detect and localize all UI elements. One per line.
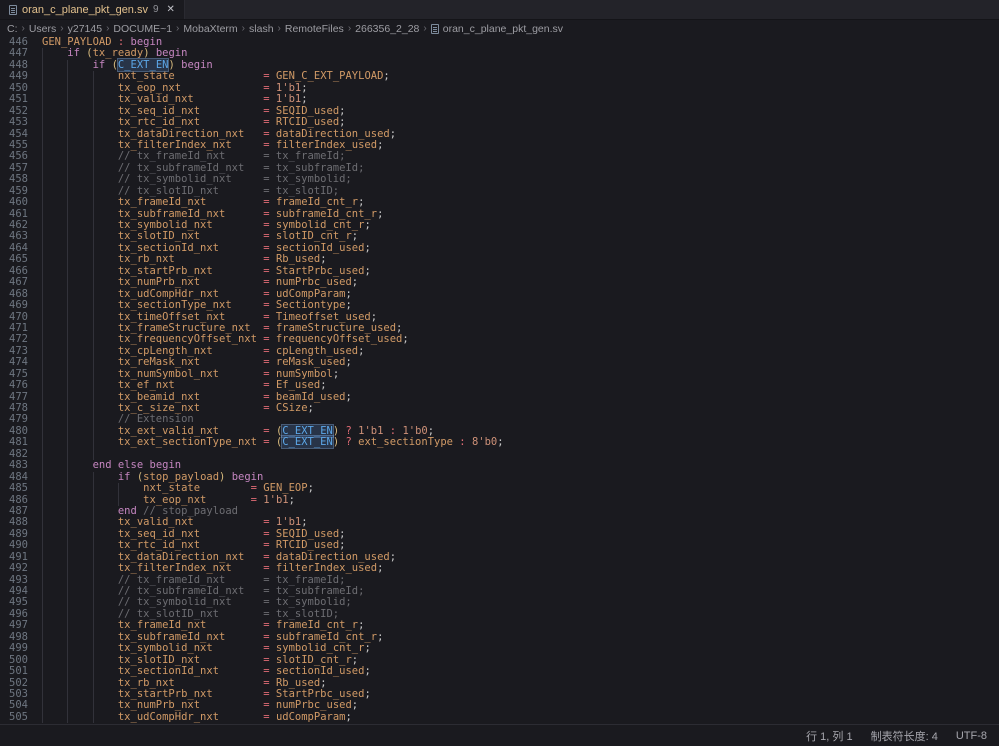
indent-guide	[67, 712, 68, 723]
breadcrumb-separator-icon: ›	[22, 23, 25, 34]
breadcrumb-separator-icon: ›	[106, 23, 109, 34]
code-line[interactable]: 505 tx_udCompHdr_nxt = udCompParam;	[0, 712, 999, 723]
indent-guide	[93, 437, 94, 448]
breadcrumb-item[interactable]: Users	[29, 23, 56, 35]
indent-guide	[67, 437, 68, 448]
file-icon	[9, 5, 17, 15]
breadcrumb-item[interactable]: C:	[7, 23, 18, 35]
tab-oran-c-plane-pkt-gen[interactable]: oran_c_plane_pkt_gen.sv 9 ✕	[0, 0, 185, 19]
status-tab-size[interactable]: 制表符长度: 4	[871, 728, 938, 744]
code-text: tx_udCompHdr_nxt = udCompParam;	[42, 712, 352, 723]
breadcrumb-item[interactable]: slash	[249, 23, 274, 35]
file-icon	[431, 24, 439, 34]
breadcrumb-item[interactable]: 266356_2_28	[355, 23, 419, 35]
code-text: tx_ext_sectionType_nxt = (C_EXT_EN) ? ex…	[42, 437, 504, 448]
breadcrumb-item[interactable]: MobaXterm	[183, 23, 237, 35]
line-number[interactable]: 474	[0, 357, 28, 368]
breadcrumb-separator-icon: ›	[348, 23, 351, 34]
line-number[interactable]: 499	[0, 643, 28, 654]
line-number[interactable]: 453	[0, 117, 28, 128]
breadcrumb-separator-icon: ›	[242, 23, 245, 34]
breadcrumb-separator-icon: ›	[176, 23, 179, 34]
line-number[interactable]: 492	[0, 563, 28, 574]
line-number[interactable]: 505	[0, 712, 28, 723]
tab-modified-badge: 9	[153, 4, 159, 15]
status-encoding[interactable]: UTF-8	[956, 730, 987, 742]
editor[interactable]: 446GEN_PAYLOAD : begin447 if (tx_ready) …	[0, 37, 999, 724]
breadcrumb-separator-icon: ›	[60, 23, 63, 34]
indent-guide	[93, 712, 94, 723]
line-number[interactable]: 469	[0, 300, 28, 311]
breadcrumb-separator-icon: ›	[278, 23, 281, 34]
line-number[interactable]: 460	[0, 197, 28, 208]
breadcrumb-item[interactable]: DOCUME~1	[113, 23, 172, 35]
breadcrumb-item[interactable]: oran_c_plane_pkt_gen.sv	[443, 23, 563, 35]
breadcrumb-separator-icon: ›	[423, 23, 426, 34]
breadcrumb: C: › Users › y27145 › DOCUME~1 › MobaXterm › slash…	[0, 20, 999, 37]
line-number[interactable]: 490	[0, 540, 28, 551]
breadcrumb-item[interactable]: y27145	[68, 23, 102, 35]
indent-guide	[42, 437, 43, 448]
status-bar: 行 1, 列 1 制表符长度: 4 UTF-8	[0, 724, 999, 746]
code-line[interactable]: 481 tx_ext_sectionType_nxt = (C_EXT_EN) …	[0, 437, 999, 448]
status-cursor-position[interactable]: 行 1, 列 1	[806, 728, 852, 744]
line-number[interactable]: 458	[0, 174, 28, 185]
close-icon[interactable]: ✕	[167, 4, 175, 15]
line-number[interactable]: 467	[0, 277, 28, 288]
tab-label: oran_c_plane_pkt_gen.sv	[22, 4, 148, 16]
line-number[interactable]: 501	[0, 666, 28, 677]
indent-guide	[42, 712, 43, 723]
line-number[interactable]: 485	[0, 483, 28, 494]
line-number[interactable]: 483	[0, 460, 28, 471]
breadcrumb-item[interactable]: RemoteFiles	[285, 23, 344, 35]
line-number[interactable]: 451	[0, 94, 28, 105]
tab-bar: oran_c_plane_pkt_gen.sv 9 ✕	[0, 0, 999, 20]
line-number[interactable]: 476	[0, 380, 28, 391]
